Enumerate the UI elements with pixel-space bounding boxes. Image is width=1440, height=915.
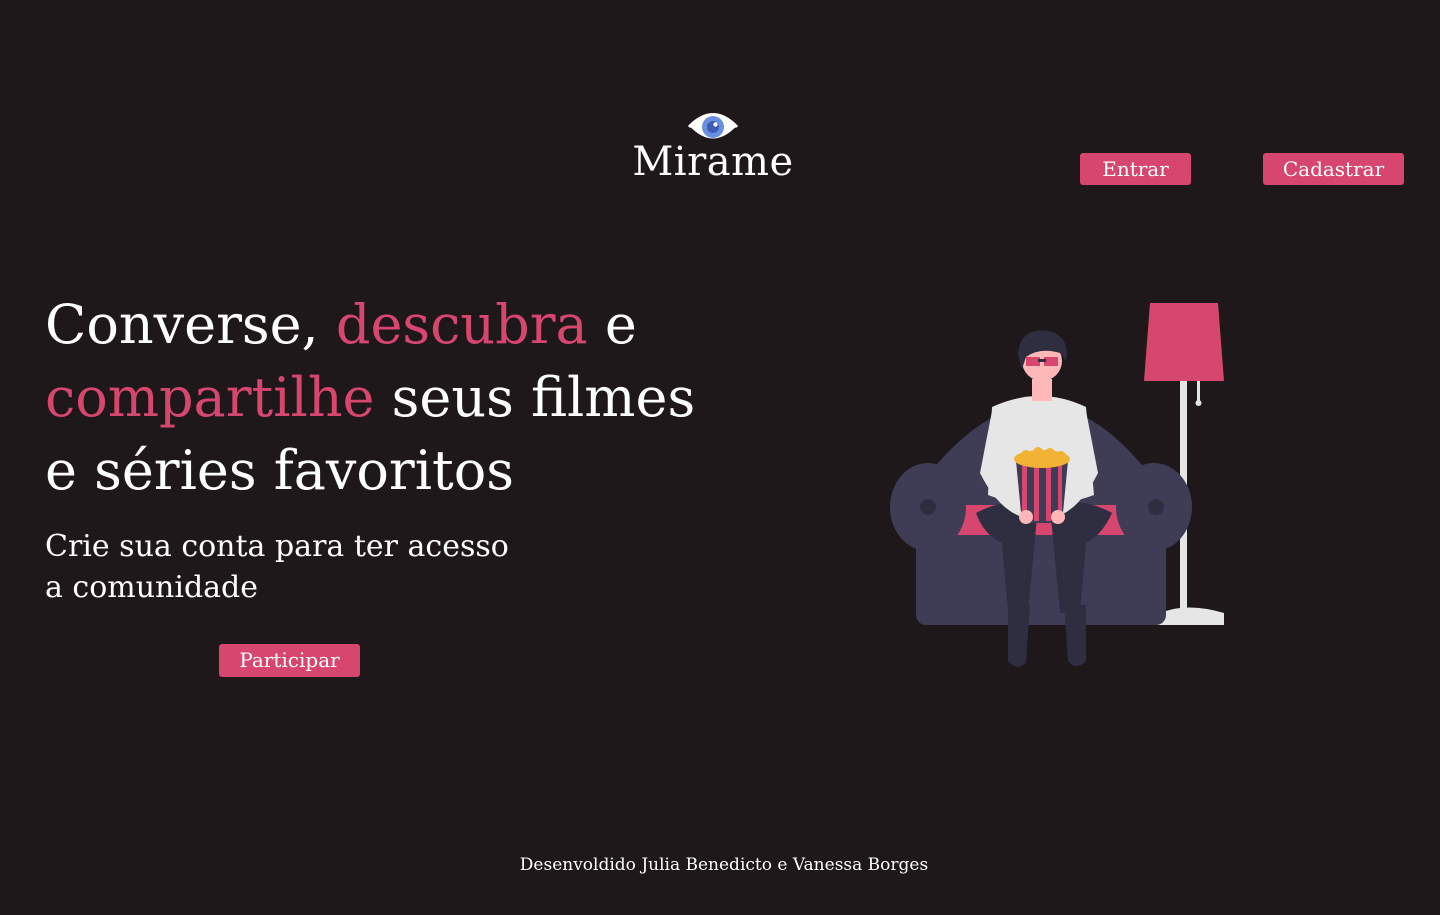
signup-button[interactable]: Cadastrar	[1263, 153, 1404, 185]
subheadline-line: Crie sua conta para ter acesso	[45, 529, 509, 564]
headline-text: Converse,	[45, 293, 336, 356]
headline-text: e	[587, 293, 637, 356]
login-button[interactable]: Entrar	[1080, 153, 1191, 185]
footer-credits: Desenvoldido Julia Benedicto e Vanessa B…	[519, 855, 929, 875]
landing-page: Mirame Entrar Cadastrar Converse, descub…	[0, 0, 1440, 915]
subheadline-line: a comunidade	[45, 570, 259, 605]
hero-headline: Converse, descubra e compartilhe seus fi…	[45, 288, 805, 507]
headline-accent-discover: descubra	[335, 293, 588, 356]
logo[interactable]: Mirame	[628, 108, 798, 184]
hero-subheadline: Crie sua conta para ter acesso a comunid…	[45, 526, 605, 608]
brand-name: Mirame	[632, 139, 794, 185]
person-on-couch-illustration	[890, 303, 1224, 667]
headline-text: seus filmes	[374, 366, 696, 429]
headline-accent-share: compartilhe	[45, 366, 375, 429]
headline-text: e séries favoritos	[45, 439, 514, 502]
participate-button[interactable]: Participar	[219, 644, 360, 677]
